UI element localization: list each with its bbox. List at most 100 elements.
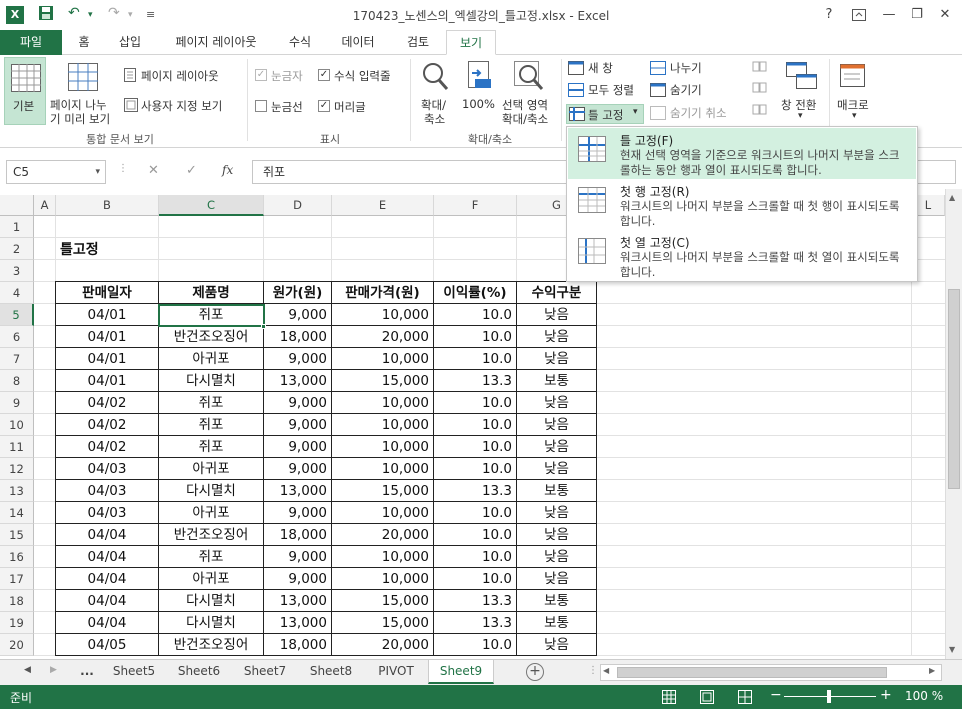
table-cell[interactable]: 9,000 [264, 502, 332, 524]
table-cell[interactable]: 10,000 [332, 304, 434, 326]
tab-insert[interactable]: 삽입 [108, 30, 152, 55]
table-cell[interactable]: 보통 [517, 612, 597, 634]
table-header-cell[interactable]: 판매일자 [56, 282, 159, 304]
row-header[interactable]: 15 [0, 524, 34, 546]
table-cell[interactable]: 13,000 [264, 480, 332, 502]
row-header[interactable]: 6 [0, 326, 34, 348]
table-cell[interactable]: 9,000 [264, 304, 332, 326]
column-header[interactable]: D [264, 195, 332, 216]
row-header[interactable]: 8 [0, 370, 34, 392]
table-cell[interactable]: 04/04 [56, 568, 159, 590]
table-cell[interactable]: 10.0 [434, 524, 517, 546]
table-cell[interactable]: 13,000 [264, 370, 332, 392]
row-header[interactable]: 19 [0, 612, 34, 634]
table-cell[interactable]: 04/04 [56, 612, 159, 634]
table-cell[interactable]: 다시멸치 [159, 612, 264, 634]
table-header-cell[interactable]: 판매가격(원) [332, 282, 434, 304]
table-cell[interactable]: 낮음 [517, 304, 597, 326]
table-cell[interactable]: 15,000 [332, 590, 434, 612]
sheet-tab[interactable]: Sheet7 [232, 660, 298, 684]
zoom-to-selection-button[interactable]: 선택 영역 확대/축소 [500, 57, 558, 127]
table-cell[interactable]: 10,000 [332, 546, 434, 568]
table-cell[interactable]: 04/02 [56, 414, 159, 436]
table-cell[interactable]: 04/01 [56, 370, 159, 392]
table-cell[interactable]: 아귀포 [159, 458, 264, 480]
table-cell[interactable]: 10.0 [434, 414, 517, 436]
custom-views-button[interactable]: 사용자 지정 보기 [124, 97, 244, 115]
ribbon-display-options-button[interactable] [846, 4, 872, 26]
tab-file[interactable]: 파일 [0, 30, 62, 55]
sheet-tab[interactable]: Sheet5 [102, 660, 166, 684]
row-header[interactable]: 10 [0, 414, 34, 436]
sheet-tab[interactable]: Sheet6 [166, 660, 232, 684]
tab-home[interactable]: 홈 [66, 30, 102, 55]
row-header[interactable]: 12 [0, 458, 34, 480]
formula-bar-checkbox[interactable]: ✓ [318, 69, 330, 81]
vertical-scrollbar[interactable]: ▲ ▼ [945, 189, 962, 659]
row-header[interactable]: 4 [0, 282, 34, 304]
enter-icon[interactable]: ✓ [186, 163, 197, 178]
table-header-cell[interactable]: 이익률(%) [434, 282, 517, 304]
table-header-cell[interactable]: 제품명 [159, 282, 264, 304]
row-header[interactable]: 7 [0, 348, 34, 370]
tab-formulas[interactable]: 수식 [280, 30, 320, 55]
table-header-cell[interactable]: 수익구분 [517, 282, 597, 304]
prev-sheet-icon[interactable]: ◀ [24, 665, 31, 675]
tab-review[interactable]: 검토 [394, 30, 442, 55]
table-cell[interactable]: 낮음 [517, 436, 597, 458]
split-button[interactable]: 나누기 [650, 60, 720, 78]
row-header[interactable]: 2 [0, 238, 34, 260]
horizontal-scroll-thumb[interactable] [617, 667, 887, 678]
table-cell[interactable]: 낮음 [517, 326, 597, 348]
row-header[interactable]: 3 [0, 260, 34, 282]
row-header[interactable]: 18 [0, 590, 34, 612]
table-cell[interactable]: 18,000 [264, 634, 332, 656]
side-by-side-icons[interactable] [752, 61, 768, 121]
table-cell[interactable]: 낮음 [517, 502, 597, 524]
fill-handle[interactable] [261, 324, 266, 329]
hide-button[interactable]: 숨기기 [650, 82, 720, 100]
table-cell[interactable]: 보통 [517, 590, 597, 612]
table-cell[interactable]: 10.0 [434, 546, 517, 568]
column-header[interactable]: E [332, 195, 434, 216]
sheet-heading[interactable]: 틀고정 [60, 239, 99, 261]
arrange-all-button[interactable]: 모두 정렬 [568, 82, 648, 100]
next-sheet-icon[interactable]: ▶ [50, 665, 57, 675]
column-header[interactable]: A [34, 195, 56, 216]
table-cell[interactable]: 04/02 [56, 436, 159, 458]
scroll-down-icon[interactable]: ▼ [949, 645, 955, 654]
table-cell[interactable]: 15,000 [332, 612, 434, 634]
column-header[interactable]: F [434, 195, 517, 216]
menu-freeze-first-column[interactable]: 첫 열 고정(C) 워크시트의 나머지 부분을 스크롤할 때 첫 열이 표시되도… [568, 230, 916, 281]
table-cell[interactable]: 04/05 [56, 634, 159, 656]
close-button[interactable]: ✕ [932, 4, 958, 26]
table-cell[interactable]: 15,000 [332, 480, 434, 502]
table-cell[interactable]: 10.0 [434, 304, 517, 326]
table-cell[interactable]: 13.3 [434, 612, 517, 634]
table-cell[interactable]: 15,000 [332, 370, 434, 392]
table-cell[interactable]: 10,000 [332, 458, 434, 480]
normal-view-status-icon[interactable] [662, 690, 676, 707]
row-header[interactable]: 5 [0, 304, 34, 326]
table-cell[interactable]: 9,000 [264, 436, 332, 458]
table-cell[interactable]: 04/01 [56, 348, 159, 370]
sheet-tab[interactable]: PIVOT [364, 660, 428, 684]
table-cell[interactable]: 낮음 [517, 568, 597, 590]
table-cell[interactable]: 04/04 [56, 524, 159, 546]
table-cell[interactable]: 04/02 [56, 392, 159, 414]
table-cell[interactable]: 낮음 [517, 392, 597, 414]
table-cell[interactable]: 9,000 [264, 348, 332, 370]
table-cell[interactable]: 10,000 [332, 414, 434, 436]
horizontal-scrollbar[interactable]: ◀ ▶ [600, 664, 942, 681]
table-cell[interactable]: 13.3 [434, 480, 517, 502]
table-cell[interactable]: 쥐포 [159, 436, 264, 458]
table-cell[interactable]: 아귀포 [159, 502, 264, 524]
table-cell[interactable]: 10.0 [434, 326, 517, 348]
freeze-panes-button[interactable]: 틀 고정 ▾ [566, 104, 644, 124]
row-header[interactable]: 16 [0, 546, 34, 568]
row-header[interactable]: 13 [0, 480, 34, 502]
page-break-preview-button[interactable]: 페이지 나누 기 미리 보기 [50, 57, 120, 126]
table-cell[interactable]: 20,000 [332, 524, 434, 546]
table-cell[interactable]: 낮음 [517, 458, 597, 480]
table-cell[interactable]: 반건조오징어 [159, 524, 264, 546]
